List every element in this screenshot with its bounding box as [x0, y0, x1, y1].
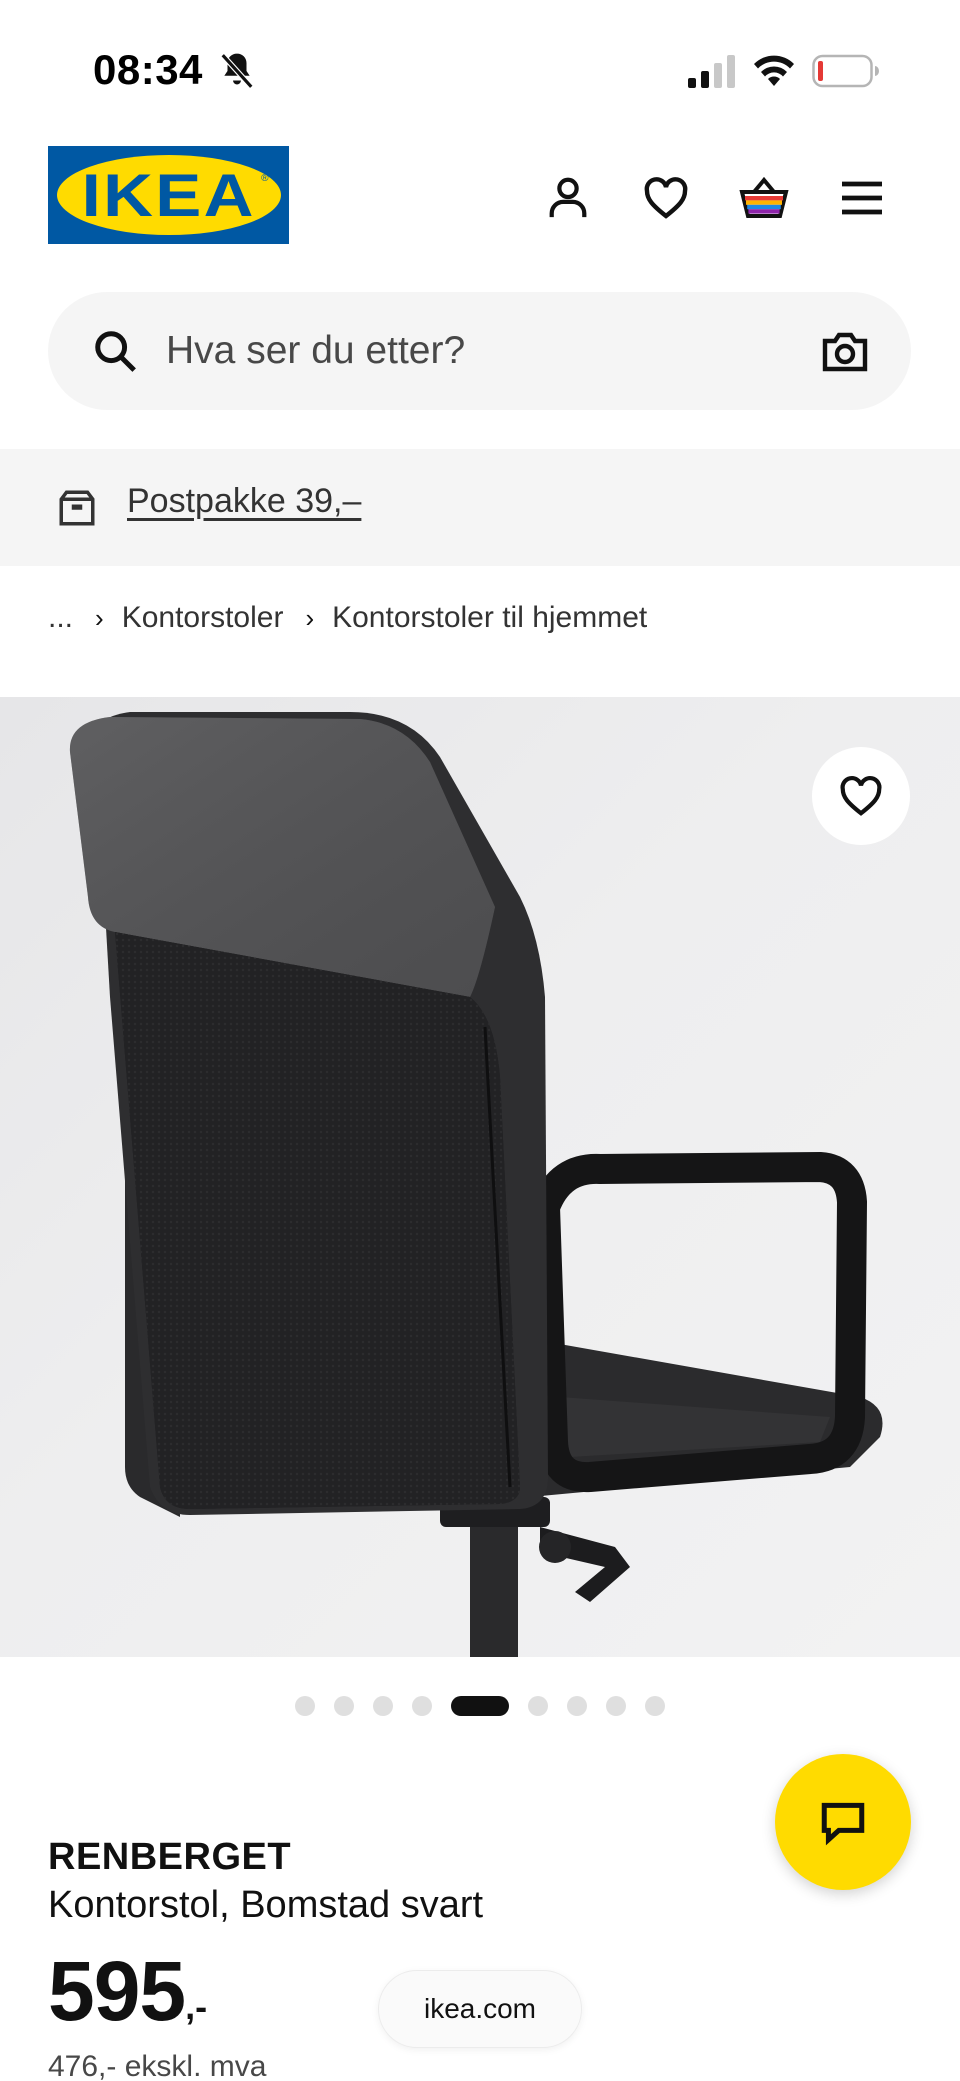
- status-time: 08:34: [93, 46, 203, 93]
- camera-icon[interactable]: [821, 328, 869, 374]
- logo-oval: IKEA ®: [56, 155, 281, 235]
- site-header: IKEA ®: [0, 130, 960, 270]
- parcel-box-icon: [59, 490, 95, 526]
- breadcrumb-item-kontorstoler[interactable]: Kontorstoler: [122, 601, 284, 635]
- gallery-dot[interactable]: [567, 1696, 587, 1716]
- gallery-dot-active[interactable]: [451, 1696, 509, 1716]
- user-icon: [549, 177, 587, 218]
- search-icon: [95, 331, 136, 372]
- gallery-dot[interactable]: [373, 1696, 393, 1716]
- chevron-right-icon: ›: [305, 602, 315, 633]
- breadcrumb: ... › Kontorstoler › Kontorstoler til hj…: [48, 596, 647, 640]
- gallery-dot[interactable]: [606, 1696, 626, 1716]
- gallery-dot[interactable]: [334, 1696, 354, 1716]
- basket-icon: [739, 176, 789, 218]
- product-name[interactable]: RENBERGET: [48, 1836, 291, 1879]
- price-amount: 595: [48, 1944, 186, 2038]
- registered-mark: ®: [261, 173, 269, 184]
- shipping-banner: Postpakke 39,–: [0, 449, 960, 566]
- account-button[interactable]: [540, 170, 596, 226]
- breadcrumb-ellipsis[interactable]: ...: [48, 601, 73, 635]
- menu-button[interactable]: [834, 170, 890, 226]
- shipping-link[interactable]: Postpakke 39,–: [127, 482, 361, 521]
- battery-low-icon: [812, 54, 879, 88]
- chat-button[interactable]: [775, 1754, 911, 1890]
- favourites-button[interactable]: [638, 170, 694, 226]
- price-suffix: ,-: [185, 1986, 208, 2027]
- chat-bubble-icon: [821, 1802, 865, 1846]
- ikea-logo[interactable]: IKEA ®: [48, 146, 289, 244]
- search-bar[interactable]: [48, 292, 911, 410]
- breadcrumb-item-current[interactable]: Kontorstoler til hjemmet: [332, 601, 647, 635]
- hamburger-menu-icon: [842, 181, 882, 215]
- search-input[interactable]: [166, 320, 766, 382]
- gallery-dots: [0, 1694, 960, 1718]
- gallery-dot[interactable]: [528, 1696, 548, 1716]
- add-to-favourites-button[interactable]: [812, 747, 910, 845]
- product-image[interactable]: [0, 697, 960, 1657]
- chevron-right-icon: ›: [95, 602, 104, 633]
- heart-icon: [644, 177, 688, 219]
- product-price: 595 ,-: [48, 1946, 207, 2036]
- logo-text: IKEA: [81, 161, 256, 229]
- heart-icon: [840, 775, 882, 816]
- price-excl-vat: 476,- ekskl. mva: [48, 2050, 267, 2081]
- gallery-dot[interactable]: [412, 1696, 432, 1716]
- gallery-dot[interactable]: [645, 1696, 665, 1716]
- status-bar: 08:34: [0, 0, 960, 130]
- cellular-signal-icon: [688, 55, 735, 88]
- product-description: Kontorstol, Bomstad svart: [48, 1884, 484, 1926]
- bell-slash-icon: [220, 53, 254, 89]
- office-chair-image: [69, 712, 883, 1657]
- browser-url-bar[interactable]: ikea.com: [378, 1970, 582, 2048]
- basket-button[interactable]: [736, 170, 792, 226]
- gallery-dot[interactable]: [295, 1696, 315, 1716]
- wifi-icon: [754, 55, 794, 86]
